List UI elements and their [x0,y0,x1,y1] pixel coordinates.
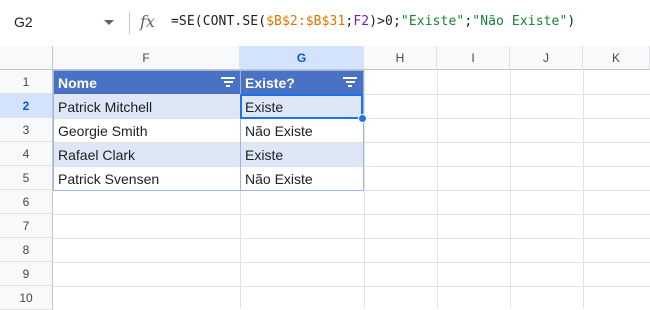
column-header-i[interactable]: I [437,46,510,70]
formula-part: =SE(CONT.SE( [171,14,267,29]
row-header-1[interactable]: 1 [0,70,53,94]
header-label: Existe? [245,74,295,91]
formula-input[interactable]: =SE(CONT.SE($B$2:$B$31;F2)>0;"Existe";"N… [171,14,575,29]
column-header-h[interactable]: H [364,46,437,70]
row-header-8[interactable]: 8 [0,238,53,262]
formula-part: ) [567,14,576,29]
formula-bar: G2 fx =SE(CONT.SE($B$2:$B$31;F2)>0;"Exis… [0,0,650,47]
row-header-2[interactable]: 2 [0,94,53,118]
name-box[interactable]: G2 [8,9,120,35]
table-cell-existe[interactable]: Não Existe [241,119,363,142]
function-icon: fx [140,12,155,31]
fill-handle[interactable] [358,114,367,123]
table-cell-name[interactable]: Patrick Mitchell [54,95,240,118]
formula-bar-divider [129,12,130,34]
gridline [437,70,438,308]
row-header-7[interactable]: 7 [0,214,53,238]
row-header-5[interactable]: 5 [0,166,53,190]
column-header-k[interactable]: K [583,46,650,70]
row-header-9[interactable]: 9 [0,262,53,286]
formula-range-ref: $B$2:$B$31 [266,14,346,29]
filter-icon[interactable] [221,77,235,87]
table-header-nome[interactable]: Nome [54,71,240,94]
gridline [583,70,584,308]
filter-icon[interactable] [343,77,357,87]
gridline [53,238,650,239]
select-all-corner[interactable] [0,46,53,70]
formula-part: )>0; [369,14,401,29]
row-header-10[interactable]: 10 [0,286,53,310]
formula-cell-ref: F2 [353,14,370,29]
table-cell-name[interactable]: Georgie Smith [54,119,240,142]
gridline [510,70,511,308]
table-cell-existe[interactable]: Existe [241,143,363,166]
table-cell-existe[interactable]: Existe [241,95,363,118]
row-header-6[interactable]: 6 [0,190,53,214]
gridline [364,70,365,308]
gridline [53,214,650,215]
cell-reference: G2 [14,14,33,30]
chevron-down-icon[interactable] [104,20,114,25]
header-label: Nome [58,74,97,91]
gridline [53,286,650,287]
row-header-4[interactable]: 4 [0,142,53,166]
table-column-divider [240,70,241,191]
table-cell-name[interactable]: Rafael Clark [54,143,240,166]
table-cell-existe[interactable]: Não Existe [241,167,363,190]
column-header-f[interactable]: F [53,46,240,70]
table-cell-name[interactable]: Patrick Svensen [54,167,240,190]
formula-string: "Não Existe" [472,14,568,29]
formula-string: "Existe" [400,14,465,29]
column-header-g[interactable]: G [240,46,364,70]
row-header-3[interactable]: 3 [0,118,53,142]
gridline [53,190,650,191]
gridline [53,262,650,263]
column-header-j[interactable]: J [510,46,583,70]
